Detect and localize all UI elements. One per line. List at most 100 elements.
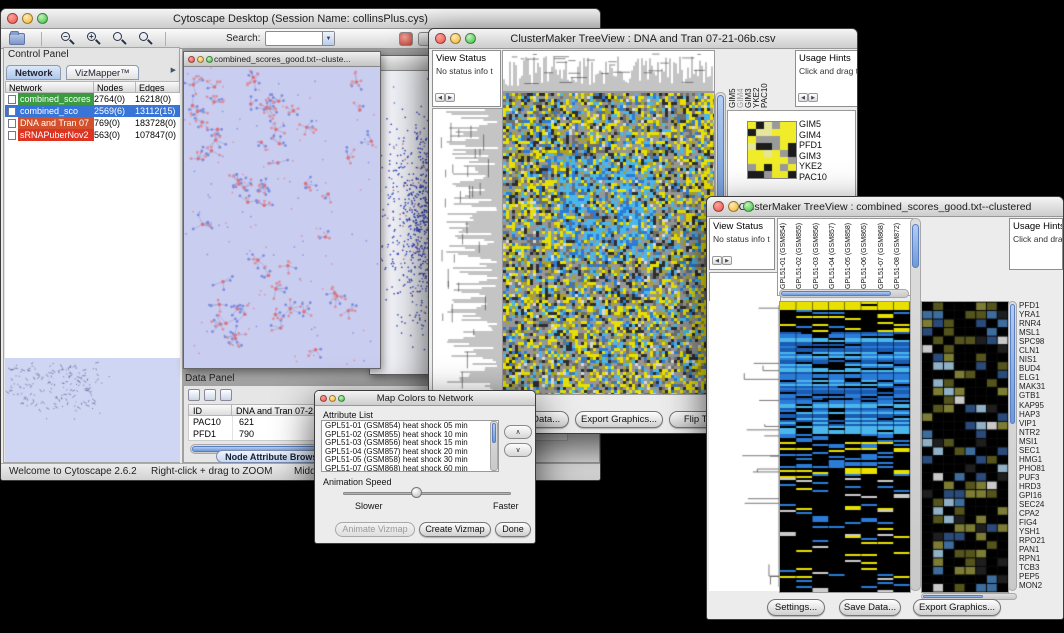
gene-label[interactable]: PAN1 — [1019, 545, 1063, 554]
gene-label[interactable]: YSH1 — [1019, 527, 1063, 536]
save-data-button[interactable]: Save Data... — [839, 599, 901, 616]
column-label[interactable]: GPL51-08 (GSM872) — [893, 219, 909, 289]
network-overview-canvas[interactable] — [5, 358, 180, 462]
tab-network[interactable]: Network — [6, 65, 61, 80]
heatmap-canvas[interactable] — [502, 92, 715, 395]
row-dendrogram-canvas[interactable] — [709, 301, 781, 591]
gene-label[interactable]: SEC1 — [1019, 446, 1063, 455]
tab-vizmapper[interactable]: VizMapper™ — [66, 65, 139, 80]
settings-button[interactable]: Settings... — [767, 599, 825, 616]
done-button[interactable]: Done — [495, 522, 531, 537]
gene-label[interactable]: MSL1 — [1019, 328, 1063, 337]
gene-label[interactable]: NIS1 — [1019, 355, 1063, 364]
attribute-list-item[interactable]: GPL51-07 (GSM868) heat shock 60 min — [325, 465, 498, 472]
gene-label[interactable]: PEP5 — [1019, 572, 1063, 581]
inner-window-title-bar[interactable]: combined_scores_good.txt--cluste... — [184, 52, 380, 67]
heatmap-hscrollbar[interactable] — [779, 289, 909, 298]
scrollbar-thumb[interactable] — [1010, 304, 1015, 424]
scroll-right-icon[interactable]: ▶ — [722, 256, 732, 265]
gene-label[interactable]: ELG1 — [1019, 373, 1063, 382]
gene-label[interactable]: BUD4 — [1019, 364, 1063, 373]
column-header-network[interactable]: Network — [5, 81, 94, 93]
gene-label[interactable]: GIM5 — [799, 119, 853, 130]
gene-label[interactable]: HRD3 — [1019, 482, 1063, 491]
network-canvas[interactable] — [184, 67, 380, 368]
move-down-button[interactable]: ∨ — [504, 443, 532, 457]
create-vizmap-button[interactable]: Create Vizmap — [419, 522, 491, 537]
minimize-icon[interactable] — [728, 201, 739, 212]
zoom-in-icon[interactable]: + — [85, 31, 103, 47]
gene-label[interactable]: RPO21 — [1019, 536, 1063, 545]
open-folder-icon[interactable] — [9, 33, 25, 45]
scroll-left-icon[interactable]: ◀ — [798, 93, 808, 102]
gene-label[interactable]: MSI1 — [1019, 437, 1063, 446]
column-label[interactable]: GIM4 — [737, 50, 745, 108]
gene-label[interactable]: PFD1 — [1019, 301, 1063, 310]
gene-label[interactable]: CLN1 — [1019, 346, 1063, 355]
column-label[interactable]: GPL51-04 (GSM857) — [828, 219, 844, 289]
close-icon[interactable] — [713, 201, 724, 212]
move-up-button[interactable]: ∧ — [504, 425, 532, 439]
scrollbar-thumb[interactable] — [912, 224, 919, 268]
gene-label[interactable]: CPA2 — [1019, 509, 1063, 518]
select-attributes-icon[interactable] — [188, 389, 200, 401]
column-label[interactable]: GIM5 — [729, 50, 737, 108]
delete-attribute-icon[interactable] — [220, 389, 232, 401]
column-label[interactable]: GPL51-06 (GSM865) — [860, 219, 876, 289]
zoom-selected-region-icon[interactable] — [137, 31, 155, 47]
export-graphics-button[interactable]: Export Graphics... — [913, 599, 1001, 616]
gene-label[interactable]: HAP3 — [1019, 410, 1063, 419]
scrollbar-thumb[interactable] — [781, 291, 891, 296]
column-dendrogram-canvas[interactable] — [502, 50, 715, 92]
maximize-icon[interactable] — [338, 395, 345, 402]
gene-label[interactable]: GPI16 — [1019, 491, 1063, 500]
title-bar[interactable]: ClusterMaker TreeView : DNA and Tran 07-… — [429, 29, 857, 49]
gene-label[interactable]: SPC98 — [1019, 337, 1063, 346]
zoom-out-icon[interactable]: − — [59, 31, 77, 47]
maximize-icon[interactable] — [37, 13, 48, 24]
close-icon[interactable] — [7, 13, 18, 24]
column-label[interactable]: GPL51-05 (GSM858) — [844, 219, 860, 289]
gene-label[interactable]: PUF3 — [1019, 473, 1063, 482]
scroll-left-icon[interactable]: ◀ — [435, 93, 445, 102]
network-view-window[interactable]: combined_scores_good.txt--cluste... — [183, 51, 381, 369]
gene-label[interactable]: HMG1 — [1019, 455, 1063, 464]
gene-label[interactable]: TCB3 — [1019, 563, 1063, 572]
column-label[interactable]: GPL51-01 (GSM854) — [779, 219, 795, 289]
toolbar-misc-icon[interactable] — [399, 32, 413, 46]
column-label[interactable]: PAC10 — [761, 50, 769, 108]
zoom-heatmap-canvas[interactable] — [921, 301, 1009, 593]
scroll-left-icon[interactable]: ◀ — [712, 256, 722, 265]
network-table-row[interactable]: DNA and Tran 07769(0)183728(0) — [5, 117, 180, 129]
create-attribute-icon[interactable] — [204, 389, 216, 401]
gene-label[interactable]: PFD1 — [799, 140, 853, 151]
gene-label[interactable]: KAP95 — [1019, 401, 1063, 410]
zoom-vscrollbar[interactable] — [1008, 301, 1017, 591]
animate-vizmap-button[interactable]: Animate Vizmap — [335, 522, 415, 537]
maximize-icon[interactable] — [206, 56, 213, 63]
column-label[interactable]: GIM3 — [745, 50, 753, 108]
column-label[interactable]: GPL51-07 (GSM868) — [877, 219, 893, 289]
gene-label[interactable]: YRA1 — [1019, 310, 1063, 319]
gene-label[interactable]: GIM4 — [799, 130, 853, 141]
title-bar[interactable]: Map Colors to Network — [315, 391, 535, 406]
tab-overflow-icon[interactable]: ▶ — [171, 66, 176, 74]
scrollbar-thumb[interactable] — [492, 423, 496, 443]
column-label[interactable]: GPL51-03 (GSM856) — [812, 219, 828, 289]
gene-label[interactable]: NTR2 — [1019, 428, 1063, 437]
search-input[interactable]: ▼ — [265, 31, 335, 46]
column-label[interactable]: YKE2 — [753, 50, 761, 108]
gene-label[interactable]: RPN1 — [1019, 554, 1063, 563]
speed-slider-thumb[interactable] — [411, 487, 422, 498]
gene-label[interactable]: PHO81 — [1019, 464, 1063, 473]
zoom-fit-icon[interactable] — [111, 31, 129, 47]
column-header-id[interactable]: ID — [188, 404, 232, 416]
maximize-icon[interactable] — [743, 201, 754, 212]
close-icon[interactable] — [188, 56, 195, 63]
gene-label[interactable]: PAC10 — [799, 172, 853, 183]
global-heatmap-canvas[interactable] — [779, 301, 911, 593]
gene-label[interactable]: FIG4 — [1019, 518, 1063, 527]
network-table-row[interactable]: sRNAPuberNov2563(0)107847(0) — [5, 129, 180, 141]
attribute-list-scrollbar[interactable] — [490, 421, 498, 471]
minimize-icon[interactable] — [329, 395, 336, 402]
